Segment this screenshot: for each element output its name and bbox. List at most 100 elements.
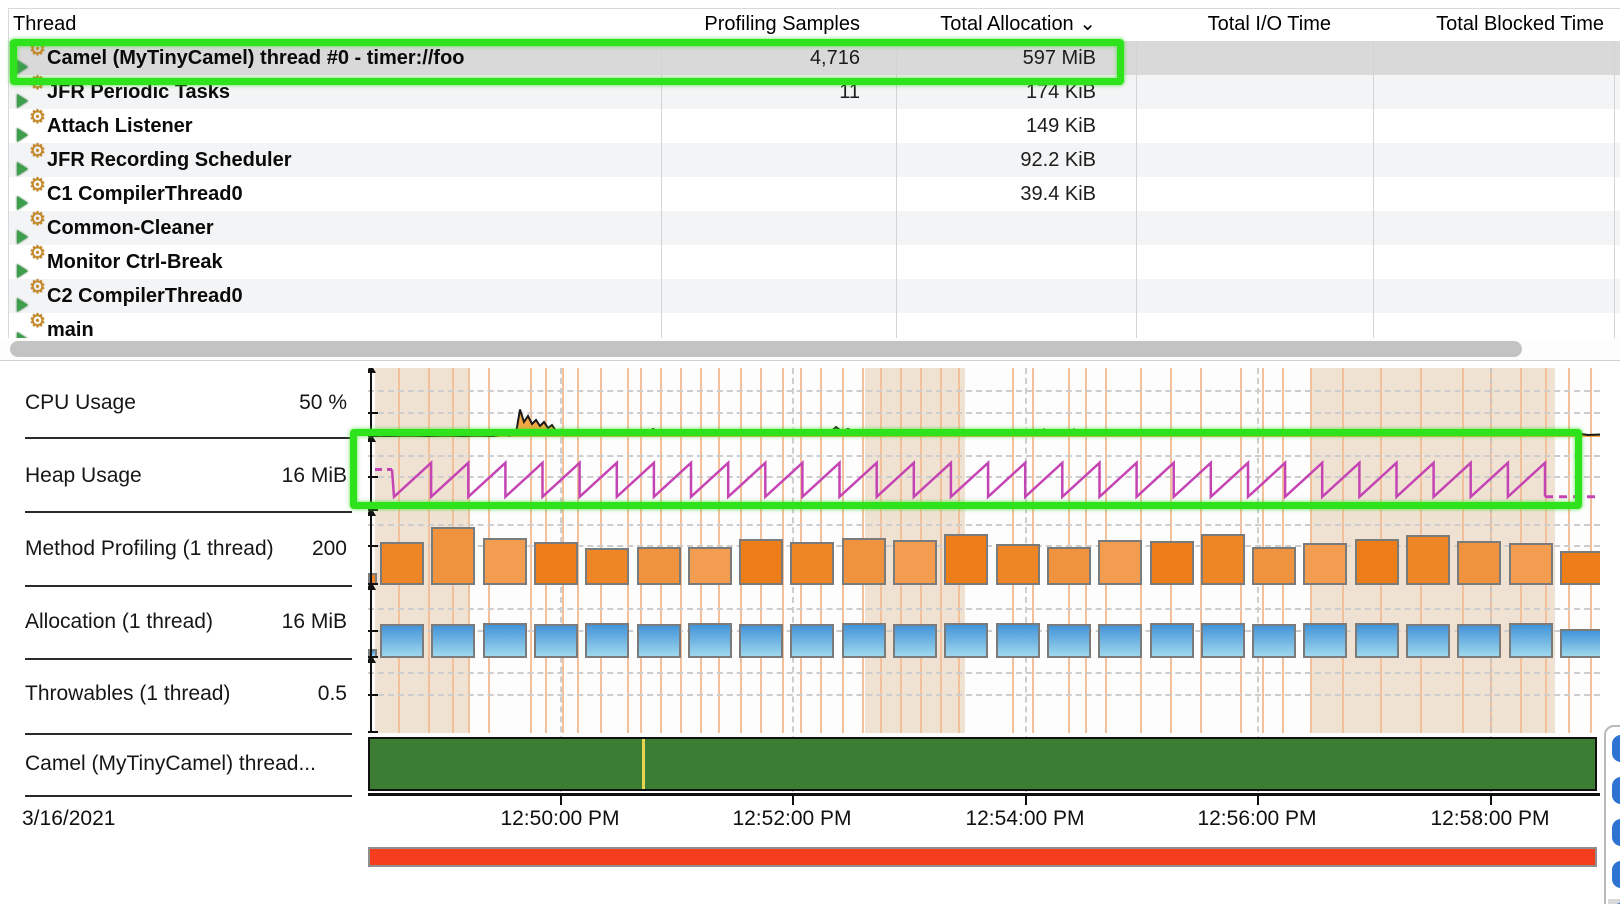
allocation-bar[interactable]: [1201, 623, 1245, 658]
allocation-bar[interactable]: [1150, 623, 1194, 658]
method-profiling-bar[interactable]: [1047, 547, 1091, 585]
gear-icon: ⚙: [29, 174, 46, 197]
gear-icon: ⚙: [29, 140, 46, 163]
thread-io-value: [1136, 177, 1331, 211]
thread-io-value: [1136, 313, 1331, 339]
axis-tick: [368, 545, 378, 547]
allocation-bar[interactable]: [893, 624, 937, 658]
method-profiling-bar[interactable]: [1355, 539, 1399, 585]
chart-tool-button-3[interactable]: [1612, 819, 1620, 846]
method-profiling-bar[interactable]: [637, 547, 681, 585]
allocation-bar[interactable]: [585, 623, 629, 658]
timeline-range-scrollbar[interactable]: [368, 847, 1597, 867]
method-profiling-bar[interactable]: [1201, 534, 1245, 585]
allocation-bar[interactable]: [1509, 623, 1553, 658]
thread-row-7[interactable]: ⚙Monitor Ctrl-Break: [9, 245, 1620, 279]
method-profiling-bar[interactable]: [1303, 543, 1347, 585]
thread-allocation-value: 149 KiB: [896, 109, 1096, 143]
allocation-bar[interactable]: [483, 623, 527, 658]
thread-samples-value: [661, 109, 860, 143]
method-profiling-bar[interactable]: [380, 542, 424, 585]
method-profiling-bar[interactable]: [1150, 541, 1194, 585]
timeline-scale-value: 0.5: [227, 682, 347, 706]
column-header-total-i-o-time[interactable]: Total I/O Time: [1136, 9, 1331, 41]
thread-samples-value: [661, 279, 860, 313]
column-header-thread[interactable]: Thread: [13, 9, 665, 41]
timeline-label-1: CPU Usage: [25, 391, 136, 415]
axis-arrow-icon: [368, 581, 376, 590]
thread-row-5[interactable]: ⚙C1 CompilerThread039.4 KiB: [9, 177, 1620, 211]
play-triangle-icon: [17, 230, 28, 244]
method-profiling-bar[interactable]: [431, 527, 475, 585]
thread-io-value: [1136, 279, 1331, 313]
thread-samples-value: [661, 313, 860, 339]
allocation-bar[interactable]: [1457, 624, 1501, 658]
column-divider: [896, 41, 897, 339]
thread-name: Attach Listener: [47, 109, 193, 143]
thread-blocked-value: [1373, 41, 1604, 75]
method-profiling-bar[interactable]: [1252, 547, 1296, 585]
thread-name: main: [47, 313, 94, 339]
allocation-bar[interactable]: [1355, 623, 1399, 658]
method-profiling-bar[interactable]: [483, 538, 527, 585]
thread-row-8[interactable]: ⚙C2 CompilerThread0: [9, 279, 1620, 313]
thread-blocked-value: [1373, 313, 1604, 339]
method-profiling-bar[interactable]: [1098, 540, 1142, 585]
allocation-bar[interactable]: [1560, 629, 1600, 658]
allocation-bar[interactable]: [380, 624, 424, 658]
allocation-bar[interactable]: [842, 623, 886, 658]
method-profiling-bar[interactable]: [688, 547, 732, 585]
chart-tool-button-4[interactable]: [1612, 861, 1620, 888]
date-label: 3/16/2021: [22, 807, 115, 831]
y-axis: [370, 662, 372, 733]
allocation-bar[interactable]: [637, 624, 681, 658]
profiler-window: ThreadProfiling Samples Total Allocation …: [0, 0, 1620, 904]
allocation-bar[interactable]: [534, 624, 578, 658]
thread-row-4[interactable]: ⚙JFR Recording Scheduler92.2 KiB: [9, 143, 1620, 177]
method-profiling-bar[interactable]: [944, 534, 988, 585]
table-horizontal-scrollbar[interactable]: [0, 338, 1620, 361]
table-scrollbar-thumb[interactable]: [10, 341, 1522, 357]
axis-tick: [368, 630, 378, 632]
gear-icon: ⚙: [29, 208, 46, 231]
method-profiling-bar[interactable]: [1406, 535, 1450, 585]
allocation-bar[interactable]: [1406, 624, 1450, 658]
play-triangle-icon: [17, 128, 28, 142]
method-profiling-bar[interactable]: [739, 539, 783, 585]
allocation-bar[interactable]: [944, 623, 988, 658]
allocation-bar[interactable]: [431, 624, 475, 658]
thread-lifetime-track[interactable]: [368, 737, 1597, 791]
method-profiling-bar[interactable]: [893, 540, 937, 585]
thread-row-3[interactable]: ⚙Attach Listener149 KiB: [9, 109, 1620, 143]
allocation-bar[interactable]: [1047, 624, 1091, 658]
method-profiling-bar[interactable]: [842, 538, 886, 585]
thread-row-9[interactable]: ⚙main: [9, 313, 1620, 339]
method-profiling-bar[interactable]: [1560, 551, 1600, 585]
column-header-total-blocked-time[interactable]: Total Blocked Time: [1373, 9, 1604, 41]
column-header-total-allocation[interactable]: Total Allocation ⌄: [896, 9, 1096, 41]
time-tick-label: 12:50:00 PM: [500, 807, 619, 831]
column-header-profiling-samples[interactable]: Profiling Samples: [661, 9, 860, 41]
y-axis: [370, 515, 372, 585]
allocation-bar[interactable]: [1303, 623, 1347, 658]
allocation-bar[interactable]: [688, 623, 732, 658]
allocation-bar[interactable]: [1252, 624, 1296, 658]
method-profiling-bar[interactable]: [1509, 543, 1553, 585]
play-triangle-icon: [17, 298, 28, 312]
method-profiling-bar[interactable]: [996, 544, 1040, 585]
allocation-bar[interactable]: [739, 624, 783, 658]
thread-samples-value: [661, 177, 860, 211]
method-profiling-bar[interactable]: [585, 548, 629, 585]
method-profiling-bar[interactable]: [534, 542, 578, 585]
thread-row-6[interactable]: ⚙Common-Cleaner: [9, 211, 1620, 245]
chart-tool-button-1[interactable]: [1612, 735, 1620, 762]
method-profiling-bar[interactable]: [1457, 541, 1501, 585]
time-tick-label: 12:56:00 PM: [1197, 807, 1316, 831]
allocation-bar[interactable]: [790, 624, 834, 658]
allocation-bar[interactable]: [996, 623, 1040, 658]
thread-allocation-value: [896, 245, 1096, 279]
method-profiling-bar[interactable]: [790, 542, 834, 585]
time-tick-label: 12:54:00 PM: [965, 807, 1084, 831]
allocation-bar[interactable]: [1098, 624, 1142, 658]
chart-tool-button-2[interactable]: [1612, 777, 1620, 804]
